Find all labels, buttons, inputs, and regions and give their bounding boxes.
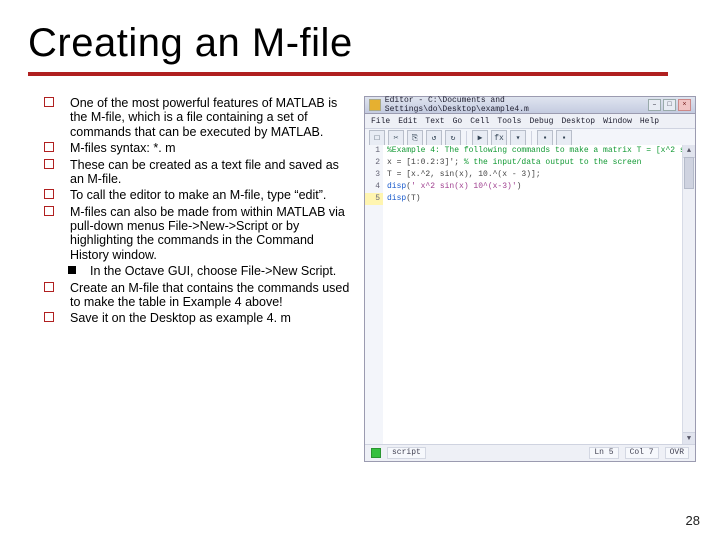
string-text: ' x^2 sin(x) 10^(x-3)' [411, 182, 517, 191]
menu-item[interactable]: Help [640, 117, 659, 126]
bullet-marker-icon [44, 189, 54, 199]
menu-item[interactable]: Desktop [561, 117, 595, 126]
bullet-item: M-files syntax: *. m [44, 141, 354, 155]
minimize-button[interactable]: – [648, 99, 661, 111]
line-number[interactable]: 3 [365, 169, 383, 181]
line-number[interactable]: 2 [365, 157, 383, 169]
bullet-item: M-files can also be made from within MAT… [44, 205, 354, 263]
menu-item[interactable]: Cell [470, 117, 489, 126]
slide: Creating an M-file One of the most power… [0, 0, 720, 540]
menu-item[interactable]: Text [425, 117, 444, 126]
redo-icon[interactable]: ↻ [445, 130, 461, 146]
code-text: T = [x.^2, sin(x), 10.^(x - 3)]; [387, 170, 541, 179]
cut-icon[interactable]: ✂ [388, 130, 404, 146]
window-controls: – □ × [648, 99, 691, 111]
keyword-text: disp [387, 182, 406, 191]
code-text: x = [1:0.2:3]'; [387, 158, 464, 167]
status-ok-icon [371, 448, 381, 458]
editor-window: Editor - C:\Documents and Settings\do\De… [364, 96, 696, 462]
sub-bullet-marker-icon [68, 266, 76, 274]
bullet-text: M-files syntax: *. m [70, 141, 176, 155]
keyword-text: disp [387, 194, 406, 203]
bullet-marker-icon [44, 159, 54, 169]
menu-item[interactable]: Tools [497, 117, 521, 126]
editor-statusbar: script Ln 5 Col 7 OVR [365, 444, 695, 461]
code-line: T = [x.^2, sin(x), 10.^(x - 3)]; [387, 169, 679, 181]
breakpoint-icon[interactable]: ▪ [556, 130, 572, 146]
maximize-button[interactable]: □ [663, 99, 676, 111]
bullet-marker-icon [44, 282, 54, 292]
bullet-item: To call the editor to make an M-file, ty… [44, 188, 354, 202]
comment-text: % the input/data output to the screen [464, 158, 642, 167]
title-underline [28, 72, 668, 76]
new-file-icon[interactable]: □ [369, 130, 385, 146]
code-text: ) [517, 182, 522, 191]
app-icon [369, 99, 381, 111]
toolbar-separator [531, 131, 532, 145]
code-text: (T) [406, 194, 420, 203]
bullet-item: These can be created as a text file and … [44, 158, 354, 187]
menu-item[interactable]: Go [453, 117, 463, 126]
bullet-marker-icon [44, 97, 54, 107]
line-number[interactable]: 1 [365, 145, 383, 157]
status-line: Ln 5 [589, 447, 618, 459]
close-button[interactable]: × [678, 99, 691, 111]
menu-item[interactable]: File [371, 117, 390, 126]
code-line: disp(T) [387, 193, 679, 205]
dropdown-icon[interactable]: ▾ [510, 130, 526, 146]
editor-titlebar[interactable]: Editor - C:\Documents and Settings\do\De… [365, 97, 695, 114]
line-number[interactable]: 5 [365, 193, 383, 205]
run-icon[interactable]: ▶ [472, 130, 488, 146]
menu-item[interactable]: Debug [529, 117, 553, 126]
comment-text: %Example 4: The following commands to ma… [387, 146, 683, 155]
sub-bullet-text: In the Octave GUI, choose File->New Scri… [90, 264, 336, 278]
bullet-text: These can be created as a text file and … [70, 158, 339, 186]
breakpoint-icon[interactable]: ▪ [537, 130, 553, 146]
title-block: Creating an M-file [28, 22, 692, 76]
code-line: %Example 4: The following commands to ma… [387, 145, 679, 157]
page-number: 28 [686, 513, 700, 528]
code-line: x = [1:0.2:3]'; % the input/data output … [387, 157, 679, 169]
body-text: One of the most powerful features of MAT… [44, 96, 354, 328]
menu-item[interactable]: Edit [398, 117, 417, 126]
bullet-item: One of the most powerful features of MAT… [44, 96, 354, 139]
status-col: Col 7 [625, 447, 659, 459]
line-number[interactable]: 4 [365, 181, 383, 193]
toolbar-separator [466, 131, 467, 145]
bullet-text: Create an M-file that contains the comma… [70, 281, 349, 309]
bullet-text: Save it on the Desktop as example 4. m [70, 311, 291, 325]
bullet-text: M-files can also be made from within MAT… [70, 205, 345, 262]
fx-icon[interactable]: fx [491, 130, 507, 146]
vertical-scrollbar[interactable]: ▲ ▼ [682, 145, 695, 445]
slide-title: Creating an M-file [28, 22, 692, 64]
line-gutter: 1 2 3 4 5 [365, 145, 384, 445]
bullet-text: One of the most powerful features of MAT… [70, 96, 337, 139]
code-line: disp(' x^2 sin(x) 10^(x-3)') [387, 181, 679, 193]
bullet-marker-icon [44, 206, 54, 216]
menu-item[interactable]: Window [603, 117, 632, 126]
code-area[interactable]: %Example 4: The following commands to ma… [383, 145, 683, 445]
editor-menubar: File Edit Text Go Cell Tools Debug Deskt… [365, 114, 695, 129]
copy-icon[interactable]: ⎘ [407, 130, 423, 146]
status-ovr: OVR [665, 447, 689, 459]
status-mode: script [387, 447, 426, 459]
sub-bullet-item: In the Octave GUI, choose File->New Scri… [44, 264, 354, 278]
bullet-item: Create an M-file that contains the comma… [44, 281, 354, 310]
editor-title: Editor - C:\Documents and Settings\do\De… [385, 96, 648, 114]
bullet-marker-icon [44, 142, 54, 152]
undo-icon[interactable]: ↺ [426, 130, 442, 146]
bullet-item: Save it on the Desktop as example 4. m [44, 311, 354, 325]
bullet-marker-icon [44, 312, 54, 322]
scroll-thumb[interactable] [684, 157, 694, 189]
bullet-text: To call the editor to make an M-file, ty… [70, 188, 326, 202]
